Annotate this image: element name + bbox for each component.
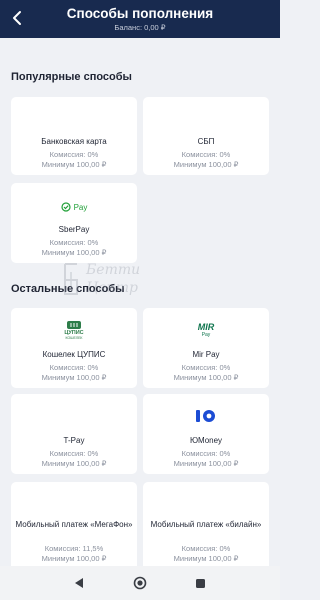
recents-square-icon bbox=[195, 578, 205, 588]
method-card-yoomoney[interactable]: ЮMoney Комиссия: 0% Минимум 100,00 ₽ bbox=[143, 394, 269, 474]
cupis-wallet-icon bbox=[67, 321, 81, 329]
method-name: Мобильный платеж «МегаФон» bbox=[15, 520, 133, 529]
section-title-popular: Популярные способы bbox=[11, 71, 132, 83]
method-minimum: Минимум 100,00 ₽ bbox=[41, 373, 107, 382]
method-fee: Комиссия: 0% bbox=[181, 544, 231, 553]
method-minimum: Минимум 100,00 ₽ bbox=[41, 248, 107, 257]
nav-recents-button[interactable] bbox=[191, 574, 209, 592]
yoomoney-logo bbox=[143, 408, 269, 424]
method-fee: Комиссия: 0% bbox=[49, 150, 99, 159]
method-minimum: Минимум 100,00 ₽ bbox=[41, 160, 107, 169]
mirpay-logo: MIR Pay bbox=[197, 322, 215, 338]
sber-check-icon bbox=[60, 202, 71, 212]
method-name: T-Pay bbox=[63, 436, 85, 445]
method-card-t-pay[interactable]: T-Pay Комиссия: 0% Минимум 100,00 ₽ bbox=[11, 394, 137, 474]
sberpay-logo: Pay bbox=[11, 201, 137, 213]
section-title-other: Остальные способы bbox=[11, 283, 125, 295]
method-name: ЮMoney bbox=[189, 436, 223, 445]
top-bar: Способы пополнения Баланс: 0,00 ₽ bbox=[0, 0, 280, 38]
method-name: Mir Pay bbox=[192, 350, 220, 359]
method-fee: Комиссия: 0% bbox=[49, 363, 99, 372]
method-card-beeline[interactable]: Мобильный платеж «билайн» Комиссия: 0% М… bbox=[143, 482, 269, 566]
balance-text: Баланс: 0,00 ₽ bbox=[114, 23, 166, 32]
method-minimum: Минимум 100,00 ₽ bbox=[41, 554, 107, 563]
back-triangle-icon bbox=[75, 578, 83, 588]
method-minimum: Минимум 100,00 ₽ bbox=[173, 554, 239, 563]
method-fee: Комиссия: 0% bbox=[181, 150, 231, 159]
nav-home-button[interactable] bbox=[131, 574, 149, 592]
watermark: Бетти Центр bbox=[62, 256, 192, 306]
method-name: Банковская карта bbox=[41, 137, 107, 146]
method-name: SberPay bbox=[58, 225, 90, 234]
method-fee: Комиссия: 0% bbox=[49, 449, 99, 458]
method-minimum: Минимум 100,00 ₽ bbox=[173, 160, 239, 169]
method-name: СБП bbox=[197, 137, 215, 146]
method-card-bank-card[interactable]: Банковская карта Комиссия: 0% Минимум 10… bbox=[11, 97, 137, 175]
method-card-cupis[interactable]: ЦУПИС КОШЕЛЕК Кошелек ЦУПИС Комиссия: 0%… bbox=[11, 308, 137, 388]
home-circle-icon bbox=[133, 576, 147, 590]
method-minimum: Минимум 100,00 ₽ bbox=[173, 459, 239, 468]
scroll-content[interactable]: Популярные способы Банковская карта Коми… bbox=[0, 38, 280, 566]
system-nav-bar bbox=[0, 566, 280, 600]
method-fee: Комиссия: 0% bbox=[181, 363, 231, 372]
method-name: Мобильный платеж «билайн» bbox=[150, 520, 262, 529]
method-minimum: Минимум 100,00 ₽ bbox=[173, 373, 239, 382]
method-card-mir-pay[interactable]: MIR Pay Mir Pay Комиссия: 0% Минимум 100… bbox=[143, 308, 269, 388]
method-fee: Комиссия: 0% bbox=[181, 449, 231, 458]
method-fee: Комиссия: 11,5% bbox=[44, 544, 104, 553]
yoomoney-icon bbox=[196, 410, 215, 422]
method-card-megafon[interactable]: Мобильный платеж «МегаФон» Комиссия: 11,… bbox=[11, 482, 137, 566]
method-fee: Комиссия: 0% bbox=[49, 238, 99, 247]
method-card-sbp[interactable]: СБП Комиссия: 0% Минимум 100,00 ₽ bbox=[143, 97, 269, 175]
page-title: Способы пополнения bbox=[66, 6, 214, 21]
method-name: Кошелек ЦУПИС bbox=[42, 350, 106, 359]
nav-back-button[interactable] bbox=[70, 574, 88, 592]
cupis-logo: ЦУПИС КОШЕЛЕК bbox=[11, 318, 137, 342]
method-minimum: Минимум 100,00 ₽ bbox=[41, 459, 107, 468]
method-card-sberpay[interactable]: Pay SberPay Комиссия: 0% Минимум 100,00 … bbox=[11, 183, 137, 263]
